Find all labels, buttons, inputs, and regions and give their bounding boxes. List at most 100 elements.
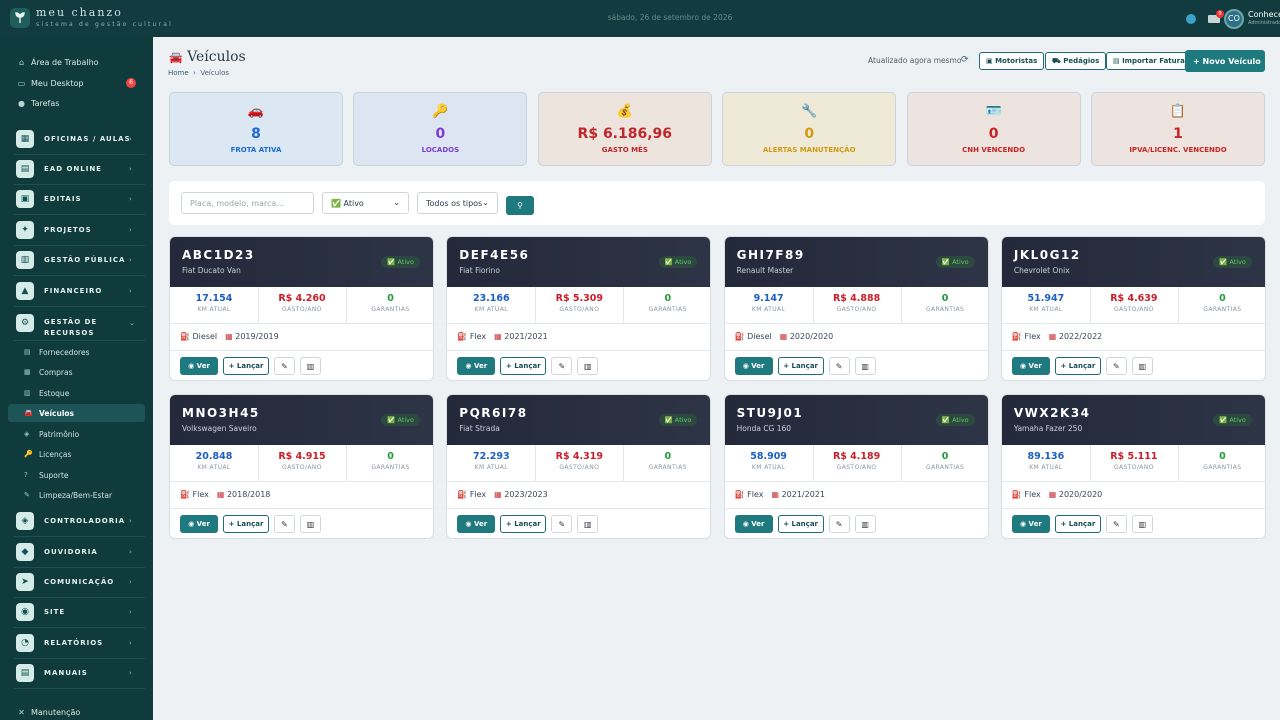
sidebar-group-site[interactable]: ◉ SITE › [0,598,153,628]
chart-button[interactable]: ▥ [1131,515,1153,533]
vehicle-metrics: 72.293 KM ATUAL R$ 4.319 GASTO/ANO 0 GARANTIA… [447,445,711,482]
home-icon: ⌂ [18,57,25,67]
chart-button[interactable]: ▥ [854,357,876,375]
vehicle-plate: ABC1D23 [182,248,255,262]
ver-button[interactable]: ◉ Ver [1011,357,1050,375]
sidebar-item-tarefas[interactable]: ● Tarefas [0,98,153,108]
divider [447,508,711,509]
sidebar-group-ead-online[interactable]: ▤ EAD ONLINE › [0,155,153,185]
sidebar-group-controladoria[interactable]: ◈ CONTROLADORIA › [0,507,153,537]
sidebar-sub-estoque[interactable]: ▥ Estoque [0,384,153,402]
vehicle-plate: STU9J01 [736,406,804,420]
lancar-button[interactable]: + Lançar [777,357,824,375]
stat-card-ipva-licenc-vencendo[interactable]: 📋 1 IPVA/LICENC. VENCENDO [1091,92,1265,166]
search-input[interactable]: Placa, modelo, marca... [181,192,314,214]
pedagios-button[interactable]: ⛟ Pedágios [1045,52,1107,70]
lancar-button[interactable]: + Lançar [223,515,269,533]
stat-card-locados[interactable]: 🔑 0 LOCADOS [353,92,528,166]
sidebar-sub-compras[interactable]: ▦ Compras [0,363,153,381]
stat-card-cnh-vencendo[interactable]: 🪪 0 CNH VENCENDO [906,92,1081,166]
ver-button[interactable]: ◉ Ver [734,357,773,375]
garantias-label: GARANTIAS [648,464,687,471]
km-value: 9.147 [753,293,784,304]
lancar-button[interactable]: + Lançar [1054,515,1101,533]
edit-button[interactable]: ✎ [551,515,573,533]
gasto-value: R$ 4.639 [1110,293,1158,304]
sidebar-group-financeiro[interactable]: ▲ FINANCEIRO › [0,277,153,307]
edit-icon: ✎ [835,361,843,371]
chart-button[interactable]: ▥ [300,357,321,375]
gasto-value: R$ 4.260 [278,293,326,304]
stat-card-alertas-manutencao[interactable]: 🔧 0 ALERTAS MANUTENÇÃO [722,92,897,166]
lancar-button[interactable]: + Lançar [1054,357,1101,375]
edit-button[interactable]: ✎ [551,357,573,375]
refresh-icon[interactable]: ⟳ [961,55,969,65]
ver-button[interactable]: ◉ Ver [734,515,773,533]
chart-button[interactable]: ▥ [1131,357,1153,375]
ver-button[interactable]: ◉ Ver [180,515,218,533]
lancar-button[interactable]: + Lançar [777,515,824,533]
motoristas-button[interactable]: ▣ Motoristas [979,52,1045,70]
avatar[interactable]: CO [1224,8,1244,29]
type-select[interactable]: Todos os tipos ⌄ [417,192,498,214]
edit-button[interactable]: ✎ [274,515,295,533]
chart-button[interactable]: ▥ [854,515,876,533]
stat-value: 1 [1173,126,1183,142]
chevron-right-icon: › [129,669,132,677]
sidebar-sub-veiculos[interactable]: 🚘 Veículos [8,404,145,422]
lancar-button[interactable]: + Lançar [500,357,547,375]
edit-button[interactable]: ✎ [274,357,295,375]
sidebar-group-gestao-publica[interactable]: ▥ GESTÃO PÚBLICA › [0,246,153,276]
fuel-icon: ⛽ [734,332,745,341]
edit-button[interactable]: ✎ [828,357,850,375]
lancar-button[interactable]: + Lançar [500,515,547,533]
sidebar-group-editais[interactable]: ▣ EDITAIS › [0,185,153,215]
chart-icon: ▥ [1138,519,1147,529]
novo-veiculo-button[interactable]: + Novo Veículo [1185,50,1265,72]
ver-button[interactable]: ◉ Ver [1011,515,1050,533]
search-button[interactable]: ⚲ [506,196,534,215]
divider [14,536,145,537]
sidebar-item-meu-desktop[interactable]: ▭ Meu Desktop 6 [0,78,153,88]
status-check-icon[interactable] [1186,13,1196,24]
edit-button[interactable]: ✎ [1105,515,1127,533]
ver-button[interactable]: ◉ Ver [457,515,496,533]
chart-button[interactable]: ▥ [577,357,599,375]
sidebar-item-manutencao[interactable]: ✕ Manutenção [0,707,153,717]
ver-button[interactable]: ◉ Ver [180,357,218,375]
user-menu[interactable]: Conhecer Administrador [1248,11,1280,26]
sidebar-group-comunicacao[interactable]: ➤ COMUNICAÇÃO › [0,568,153,598]
sidebar-item-area-de-trabalho[interactable]: ⌂ Área de Trabalho [0,57,153,67]
status-select[interactable]: ✅ Ativo ⌄ [322,192,409,214]
sidebar-group-manuais[interactable]: ▤ MANUAIS › [0,659,153,689]
ver-button[interactable]: ◉ Ver [457,357,496,375]
breadcrumb-home[interactable]: Home [168,69,189,77]
sidebar-sub-patrimonio[interactable]: ◈ Patrimônio [0,425,153,443]
chart-button[interactable]: ▥ [300,515,321,533]
sidebar-group-relatorios[interactable]: ◔ RELATÓRIOS › [0,629,153,659]
sidebar-sub-limpeza-bem-estar[interactable]: ✎ Limpeza/Bem-Estar [0,486,153,504]
group-icon: ▣ [16,190,34,208]
sidebar-group-oficinas-aulas[interactable]: ▦ OFICINAS / AULAS › [0,125,153,155]
chart-button[interactable]: ▥ [577,515,599,533]
gasto-label: GASTO/ANO [1113,306,1154,313]
divider [14,627,145,628]
sidebar-group-gestao-de-recursos[interactable]: ⚙ GESTÃO DE RECURSOS ⌄ [0,309,153,341]
sidebar-group-ouvidoria[interactable]: ◆ OUVIDORIA › [0,538,153,568]
notifications-envelope-icon[interactable]: 9 [1208,9,1224,23]
vehicle-metrics: 20.848 KM ATUAL R$ 4.915 GASTO/ANO 0 GARANTIA… [170,445,433,482]
sidebar-sub-licencas[interactable]: 🔑 Licenças [0,445,153,463]
edit-button[interactable]: ✎ [828,515,850,533]
divider [170,508,433,509]
sidebar-group-projetos[interactable]: ✦ PROJETOS › [0,216,153,246]
sidebar-sub-fornecedores[interactable]: ▤ Fornecedores [0,343,153,361]
stat-card-frota-ativa[interactable]: 🚗 8 FROTA ATIVA [169,92,343,166]
stat-card-gasto-mes[interactable]: 💰 R$ 6.186,96 GASTO MÊS [537,92,712,166]
fuel-type: Flex [1024,332,1041,341]
importar-fatura-button[interactable]: ▤ Importar Fatura [1106,52,1192,70]
edit-button[interactable]: ✎ [1105,357,1127,375]
fuel-icon: ⛽ [457,490,468,499]
sidebar-sub-suporte[interactable]: ? Suporte [0,466,153,484]
lancar-button[interactable]: + Lançar [223,357,269,375]
garantias-label: GARANTIAS [925,464,965,471]
